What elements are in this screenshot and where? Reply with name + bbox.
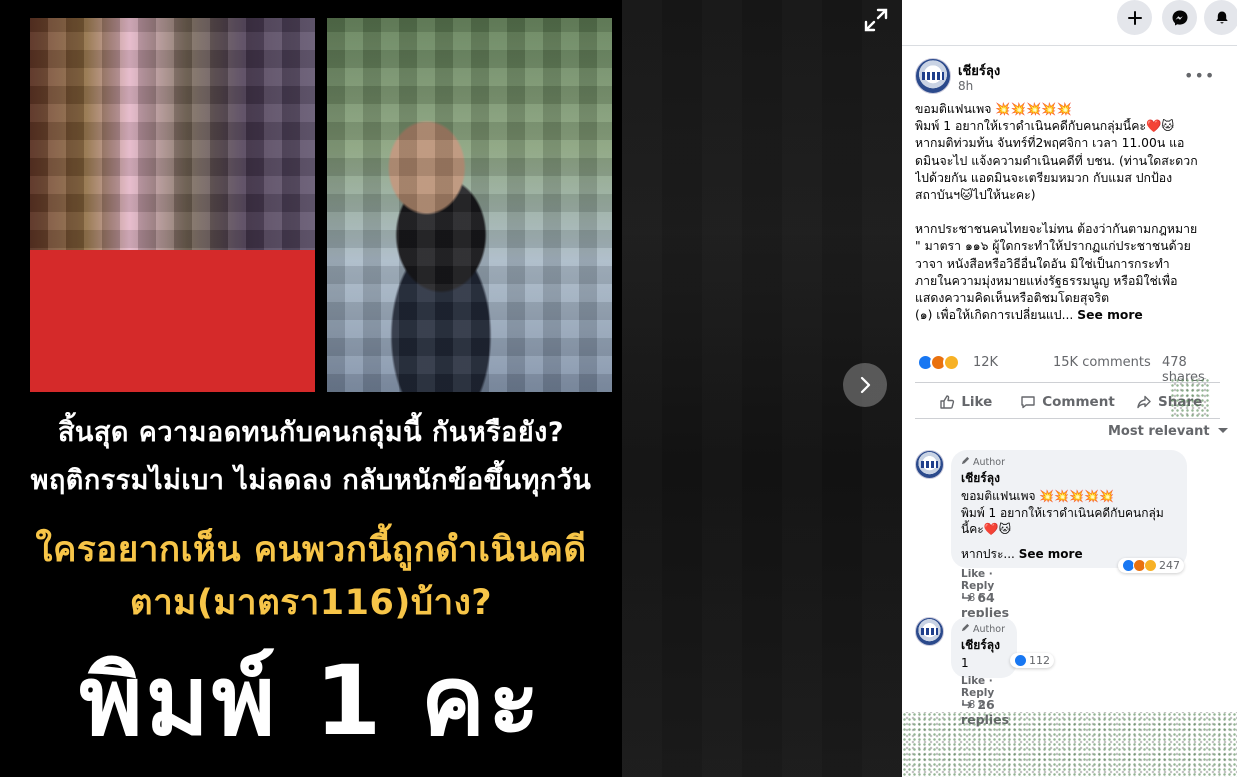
post-line: ขอมติแฟนเพจ 💥💥💥💥💥 bbox=[915, 102, 1072, 116]
comment-reactions[interactable]: 247 bbox=[1118, 558, 1184, 573]
comment-avatar[interactable] bbox=[915, 617, 944, 646]
poster-line-3: ใครอยากเห็น คนพวกนี้ถูกดำเนินคดี bbox=[35, 530, 587, 570]
comment-reaction-count: 112 bbox=[1029, 654, 1050, 667]
pencil-icon bbox=[961, 456, 970, 465]
author-tag: Author bbox=[973, 624, 1006, 635]
page-avatar[interactable] bbox=[915, 58, 951, 94]
comment-like-link[interactable]: Like bbox=[961, 568, 985, 580]
post-line: ภายในความมุ่งหมายแห่งรัฐธรรมนูญ หรือมิใช… bbox=[915, 273, 1178, 288]
like-button[interactable]: Like bbox=[915, 388, 1017, 416]
reply-arrow-icon bbox=[962, 700, 973, 709]
post-line: แสดงความคิดเห็นหรือติชมโดยสุจริต bbox=[915, 291, 1110, 306]
see-more-link[interactable]: See more bbox=[1019, 547, 1083, 561]
post-sidebar: เชียร์ลุง 8h ••• ขอมติแฟนเพจ 💥💥💥💥💥 พิมพ์… bbox=[902, 0, 1237, 777]
next-photo-button[interactable] bbox=[843, 363, 887, 407]
pixelated-photo-right bbox=[327, 18, 612, 392]
page-name[interactable]: เชียร์ลุง bbox=[958, 60, 1000, 81]
view-replies-link[interactable]: 64 replies bbox=[961, 590, 1009, 620]
comments-count[interactable]: 15K comments bbox=[1053, 355, 1151, 370]
author-tag: Author bbox=[973, 457, 1006, 468]
bell-icon bbox=[1215, 11, 1228, 24]
poster-headline: พิมพ์ 1 คะ bbox=[79, 645, 543, 757]
poster-line-2: พฤติกรรมไม่เบา ไม่ลดลง กลับหนักข้อขึ้นทุ… bbox=[30, 465, 592, 496]
post-line: ดมินจะไป แจ้งความดำเนินคดีที่ บชน. (ท่าน… bbox=[915, 153, 1198, 168]
haha-reaction-icon bbox=[1144, 559, 1157, 572]
top-bar bbox=[902, 0, 1237, 46]
caret-down-icon bbox=[1218, 428, 1229, 433]
comment-author[interactable]: เชียร์ลุง bbox=[961, 636, 1007, 655]
create-button[interactable] bbox=[1117, 0, 1152, 35]
comment-icon bbox=[1021, 396, 1035, 409]
post-line: วาจา หนังสือหรือวิธีอื่นใดอัน มิใช่เป็นก… bbox=[915, 256, 1170, 271]
comment-line: 1 bbox=[961, 656, 969, 670]
messenger-icon bbox=[1172, 10, 1187, 25]
image-artifact bbox=[1170, 378, 1210, 418]
comment-bubble: Author เชียร์ลุง 1 bbox=[951, 617, 1017, 678]
image-artifact bbox=[902, 712, 1237, 777]
post-line: " มาตรา ๑๑๖ ผู้ใดกระทำให้ปรากฏแก่ประชาชน… bbox=[915, 239, 1191, 254]
sad-reaction-icon bbox=[943, 354, 960, 371]
facebook-photo-viewer: สิ้นสุด ความอดทนกับคนกลุ่มนี้ กันหรือยัง… bbox=[0, 0, 1237, 777]
post-line-truncated: (๑) เพื่อให้เกิดการเปลี่ยนแป... bbox=[915, 308, 1074, 323]
media-viewer: สิ้นสุด ความอดทนกับคนกลุ่มนี้ กันหรือยัง… bbox=[0, 0, 902, 777]
messenger-button[interactable] bbox=[1162, 0, 1197, 35]
pencil-icon bbox=[961, 623, 970, 632]
post-image[interactable]: สิ้นสุด ความอดทนกับคนกลุ่มนี้ กันหรือยัง… bbox=[0, 0, 622, 777]
post-timestamp[interactable]: 8h bbox=[958, 79, 973, 93]
post-line: พิมพ์ 1 อยากให้เราดำเนินคดีกับคนกลุ่มนี้… bbox=[915, 119, 1175, 134]
author-badge: Author bbox=[961, 623, 1007, 635]
poster-line-1: สิ้นสุด ความอดทนกับคนกลุ่มนี้ กันหรือยัง… bbox=[57, 417, 565, 448]
post-line: ไปด้วยกัน แอดมินจะเตรียมหมวก กับแมส ปกป้… bbox=[915, 170, 1173, 185]
comment-reaction-count: 247 bbox=[1159, 559, 1180, 572]
like-icon bbox=[940, 395, 955, 409]
poster-line-4: ตาม(มาตรา116)บ้าง? bbox=[129, 583, 493, 623]
post-line: หากมติท่วมท้น จันทร์ที่2พฤศจิกา เวลา 11.… bbox=[915, 136, 1185, 151]
notifications-button[interactable] bbox=[1204, 0, 1237, 35]
reaction-count[interactable]: 12K bbox=[973, 355, 998, 370]
reaction-icons[interactable] bbox=[917, 354, 960, 371]
share-icon bbox=[1137, 395, 1151, 409]
comment-button[interactable]: Comment bbox=[1017, 388, 1119, 416]
comment-line: นี้คะ❤️🐱 bbox=[961, 522, 1012, 536]
see-more-link[interactable]: See more bbox=[1077, 308, 1142, 322]
like-label: Like bbox=[961, 394, 993, 410]
comment-like-link[interactable]: Like bbox=[961, 675, 985, 687]
comment-label: Comment bbox=[1042, 394, 1115, 410]
reaction-summary: 12K 15K comments 478 shares bbox=[915, 353, 1220, 385]
post-line-last: (๑) เพื่อให้เกิดการเปลี่ยนแป... See more bbox=[915, 307, 1220, 324]
pixelated-photo-left bbox=[30, 18, 315, 392]
divider bbox=[915, 418, 1220, 419]
comment-sort-dropdown[interactable]: Most relevant bbox=[1108, 424, 1229, 439]
plus-icon bbox=[1127, 10, 1142, 25]
sort-label: Most relevant bbox=[1108, 424, 1210, 439]
comment-line: พิมพ์ 1 อยากให้เราดำเนินคดีกับคนกลุ่ม bbox=[961, 505, 1164, 520]
post-line: หากประชาชนคนไทยจะไม่ทน ต้องว่ากันตามกฎหม… bbox=[915, 222, 1198, 237]
author-badge: Author bbox=[961, 456, 1177, 468]
comment-bubble: Author เชียร์ลุง ขอมติแฟนเพจ 💥💥💥💥💥 พิมพ์… bbox=[951, 450, 1187, 568]
expand-icon[interactable] bbox=[862, 6, 890, 34]
comment-line: ขอมติแฟนเพจ 💥💥💥💥💥 bbox=[961, 489, 1115, 503]
post-text: ขอมติแฟนเพจ 💥💥💥💥💥 พิมพ์ 1 อยากให้เราดำเน… bbox=[915, 101, 1220, 324]
comment-avatar[interactable] bbox=[915, 450, 944, 479]
comment-reactions[interactable]: 112 bbox=[1010, 653, 1054, 668]
reply-arrow-icon bbox=[962, 593, 973, 602]
like-reaction-icon bbox=[1014, 654, 1027, 667]
post-line: สถาบันฯ🐱ไปให้นะคะ) bbox=[915, 188, 1036, 203]
comment-truncated: หากประ... bbox=[961, 546, 1015, 561]
comment-author[interactable]: เชียร์ลุง bbox=[961, 469, 1177, 488]
chevron-right-icon bbox=[860, 376, 871, 394]
more-options-icon[interactable]: ••• bbox=[1184, 66, 1215, 85]
